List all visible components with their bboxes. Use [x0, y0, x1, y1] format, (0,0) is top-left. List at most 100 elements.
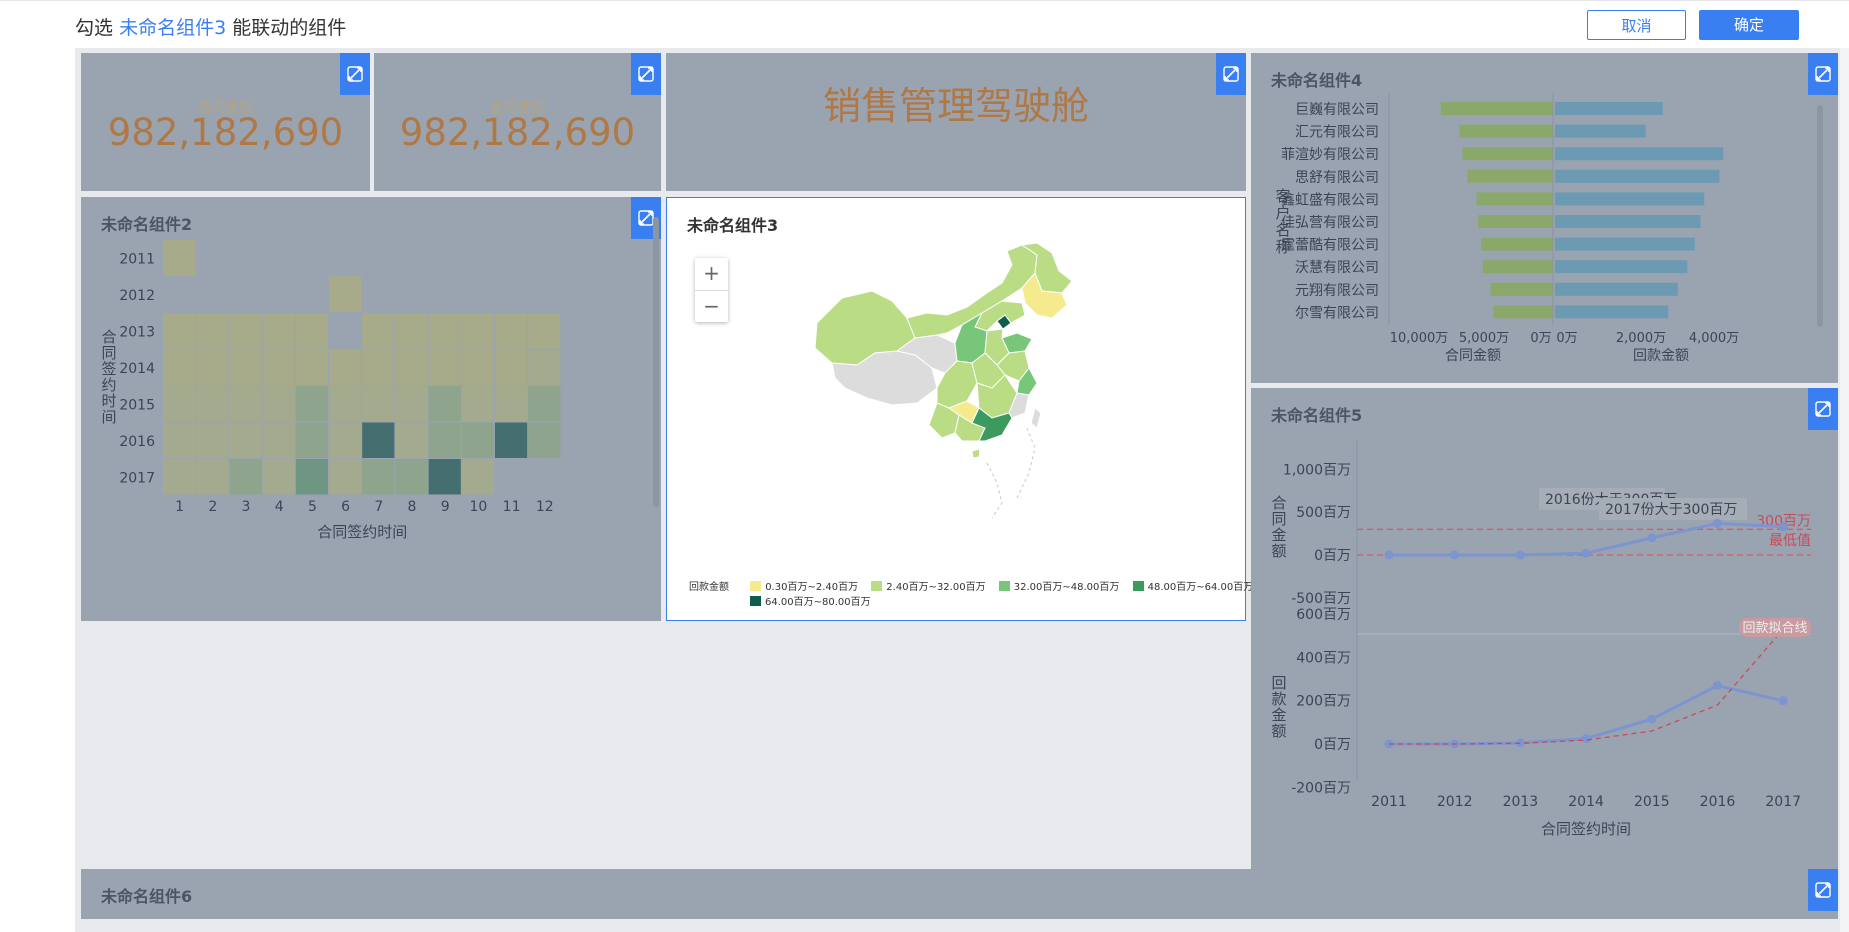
page-scrollbar[interactable]: [1840, 48, 1849, 932]
heatmap-cell: [229, 386, 262, 422]
legend-item[interactable]: 2.40百万~32.00百万: [886, 582, 985, 593]
heatmap-cell: [196, 313, 229, 349]
x-tick-label: 0万: [1530, 331, 1551, 346]
bar-scrollbar: [1817, 105, 1823, 327]
x-tick-label: 7: [374, 499, 383, 515]
panel-title: 未命名组件6: [101, 887, 193, 906]
series-point-payment: [1647, 714, 1657, 724]
heatmap-cell: [461, 386, 494, 422]
legend-item[interactable]: 32.00百万~48.00百万: [1014, 582, 1120, 593]
link-checkbox[interactable]: [340, 53, 370, 95]
x-tick-label: 2013: [1503, 794, 1539, 810]
panel-title: 未命名组件3: [687, 216, 779, 235]
bar-payment: [1555, 282, 1678, 296]
y-axis-title-char: 客: [1275, 187, 1290, 205]
zoom-in-button[interactable]: +: [695, 258, 728, 290]
y-tick-label: 1,000百万: [1283, 462, 1351, 478]
heatmap-cell: [295, 459, 328, 495]
x-axis-title: 合同签约时间: [317, 523, 407, 541]
zoom-out-button[interactable]: −: [695, 290, 728, 323]
kpi-panel-2[interactable]: 合同金额 982,182,690: [374, 53, 661, 191]
y-tick-label: 2011: [119, 251, 155, 267]
heatmap-cell: [196, 459, 229, 495]
map-panel[interactable]: 未命名组件3 + − 回款金额 0.30百万~2.40百万 2.40百万~32.…: [666, 197, 1253, 621]
legend-item[interactable]: 48.00百万~64.00百万: [1148, 582, 1254, 593]
series-point-contract: [1713, 518, 1722, 528]
heatmap-cell: [461, 459, 494, 495]
y-axis-title-char: 额: [1271, 722, 1286, 740]
link-checkbox[interactable]: [1808, 869, 1838, 911]
category-label: 汇元有限公司: [1295, 125, 1379, 141]
series-point-contract: [1450, 550, 1460, 560]
category-label: 菲渲妙有限公司: [1281, 147, 1379, 163]
heatmap-cell: [196, 422, 229, 458]
link-checkbox[interactable]: [1216, 53, 1246, 95]
x-axis-title: 回款金额: [1633, 348, 1689, 364]
y-axis-title-char: 称: [1275, 238, 1290, 256]
series-point-payment: [1713, 681, 1722, 691]
heatmap-cell: [329, 276, 362, 312]
heatmap-cell: [461, 313, 494, 349]
legend-item[interactable]: 0.30百万~2.40百万: [765, 582, 858, 593]
heatmap-cell: [262, 313, 295, 349]
china-map[interactable]: [797, 243, 1087, 533]
heatmap-cell: [262, 459, 295, 495]
y-tick-label: 200百万: [1296, 694, 1351, 710]
bar-chart: 巨巍有限公司汇元有限公司菲渲妙有限公司思舒有限公司鑫虹盛有限公司佳弘营有限公司霆…: [1275, 93, 1823, 364]
y-tick-label: 2017: [119, 470, 155, 486]
heatmap-scrollbar: [653, 217, 659, 507]
legend-swatch: [871, 581, 883, 591]
heatmap-cell: [163, 313, 196, 349]
kpi-value: 982,182,690: [399, 111, 636, 154]
category-label: 元翔有限公司: [1295, 283, 1379, 299]
dashboard-title: 销售管理驾驶舱: [822, 84, 1089, 128]
y-tick-label: 2013: [119, 324, 155, 340]
y-axis-title-char: 名: [1275, 221, 1290, 239]
heatmap-cell: [461, 422, 494, 458]
kpi-panel-1[interactable]: 合同金额 982,182,690: [81, 53, 370, 191]
heatmap-cell: [229, 313, 262, 349]
heatmap-cell: [362, 459, 395, 495]
heatmap-cell: [163, 386, 196, 422]
bar-payment: [1555, 192, 1705, 206]
title-panel[interactable]: 销售管理驾驶舱: [666, 53, 1246, 191]
bar-contract: [1482, 260, 1553, 274]
heatmap-panel[interactable]: 未命名组件2 2011 2012 2013 2014 2015 2016 2017 1 2 3 4 5…: [81, 197, 661, 621]
header-prefix: 勾选: [75, 17, 114, 39]
heatmap-cell: [362, 349, 395, 385]
x-tick-label: 11: [503, 499, 521, 515]
cancel-button[interactable]: 取消: [1587, 10, 1686, 40]
bottom-panel[interactable]: 未命名组件6: [81, 869, 1838, 919]
x-axis-title: 合同金额: [1445, 348, 1501, 364]
link-checkbox[interactable]: [631, 53, 661, 95]
heatmap-cell: [329, 386, 362, 422]
heatmap-cell: [395, 386, 428, 422]
heatmap-cell: [362, 386, 395, 422]
y-tick-label: 2015: [119, 397, 155, 413]
heatmap-cell: [395, 349, 428, 385]
bar-chart-panel[interactable]: 未命名组件4 巨巍有限公司 汇元有限公司 菲渲妙有限公司 思舒有限公司 鑫虹盛有限公司佳…: [1251, 53, 1838, 383]
x-tick-label: 3: [242, 499, 251, 515]
x-tick-label: 2011: [1371, 794, 1407, 810]
heatmap-cell: [428, 313, 461, 349]
heatmap-cell: [163, 459, 196, 495]
confirm-button[interactable]: 确定: [1699, 10, 1799, 40]
x-tick-label: 1: [175, 499, 184, 515]
x-tick-label: 2,000万: [1616, 331, 1666, 346]
heatmap-cell: [196, 386, 229, 422]
line-chart-panel[interactable]: 未命名组件5 1,000百万 500百万 0百万 -500百万 600百万 400百万 20…: [1251, 388, 1838, 912]
series-point-contract: [1384, 550, 1394, 560]
category-label: 霆蕾酷有限公司: [1281, 238, 1379, 254]
heatmap-cell: [163, 240, 196, 276]
heatmap-cell: [262, 422, 295, 458]
header-suffix: 能联动的组件: [232, 17, 347, 39]
trend-label: 回款拟合线: [1742, 621, 1807, 636]
series-point-contract: [1515, 550, 1525, 560]
x-tick-label: 2017: [1765, 794, 1801, 810]
bar-payment: [1555, 260, 1688, 274]
legend-item[interactable]: 64.00百万~80.00百万: [765, 597, 871, 608]
heatmap-cell: [495, 349, 528, 385]
bar-payment: [1555, 102, 1663, 115]
heatmap-cell: [528, 386, 561, 422]
header-title: 勾选 未命名组件3 能联动的组件: [75, 13, 346, 40]
